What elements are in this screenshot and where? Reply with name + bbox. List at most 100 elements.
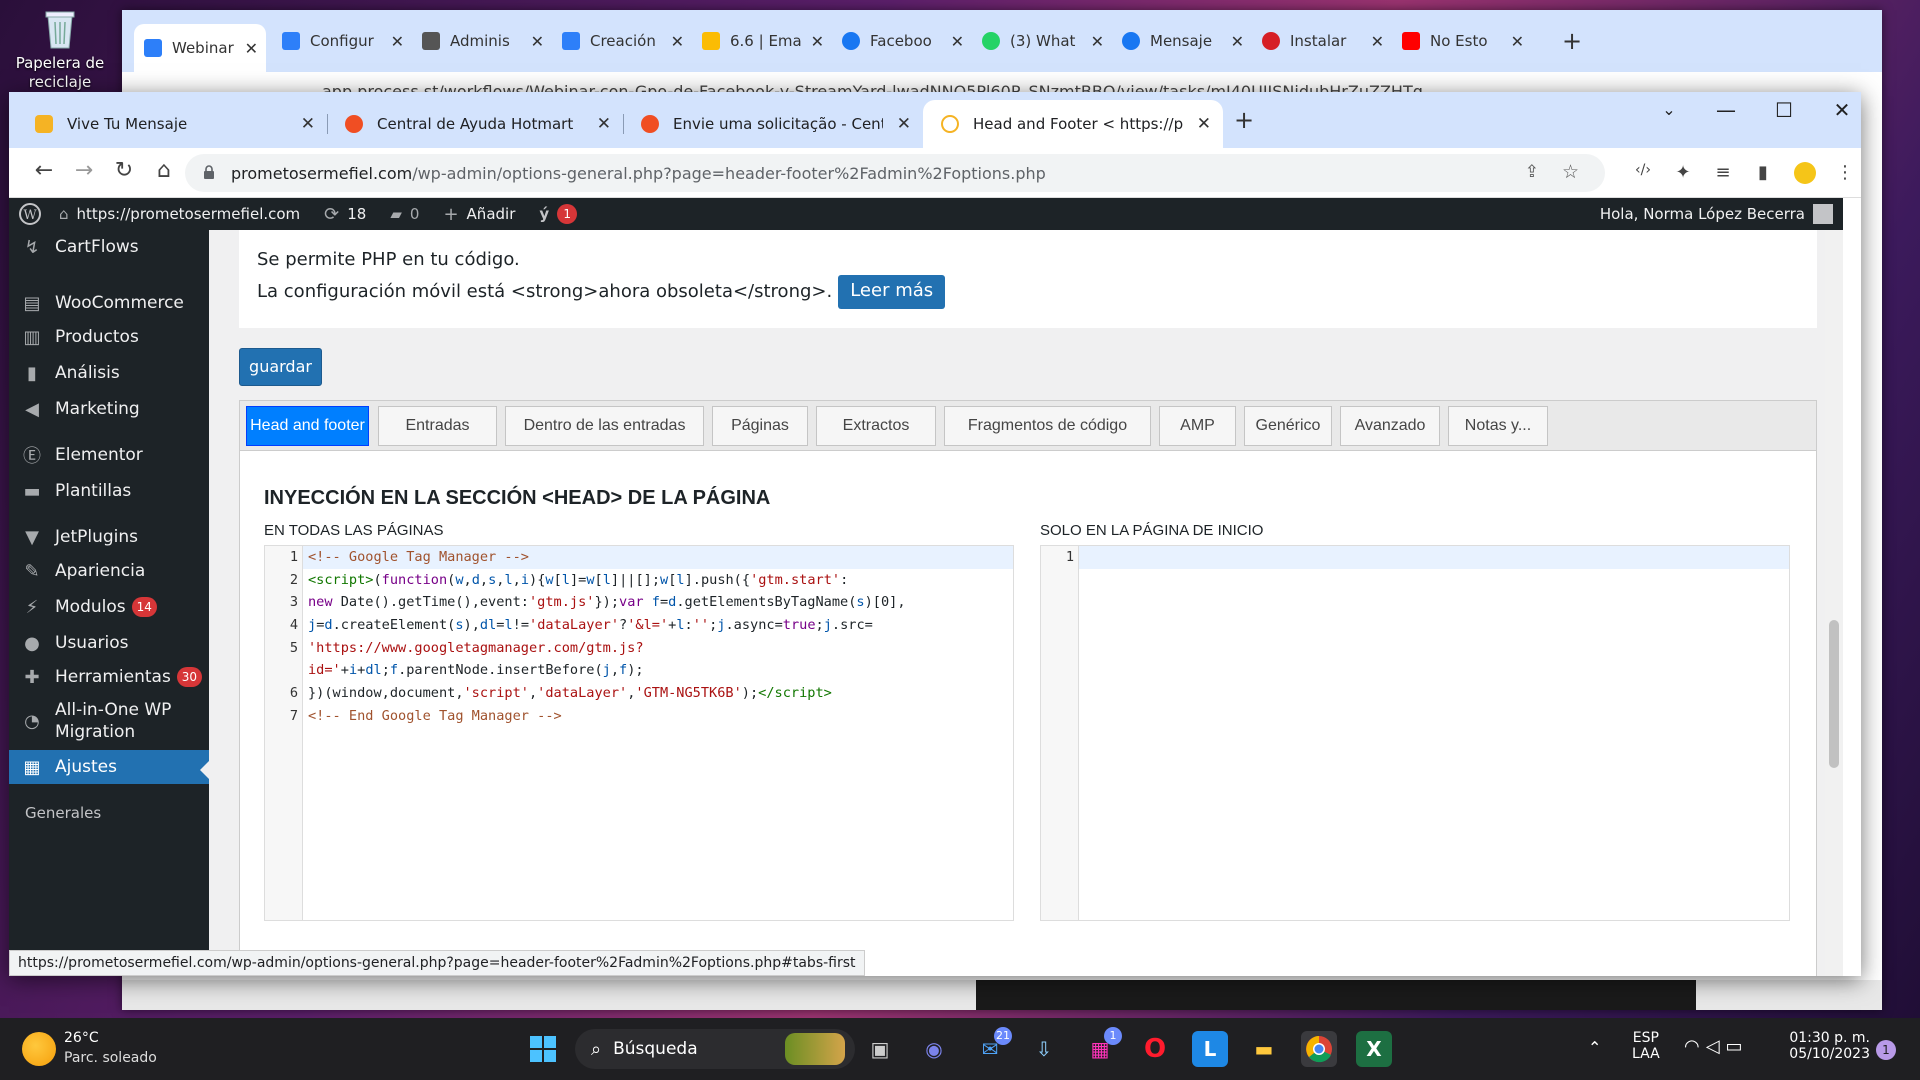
sidebar-item-herramientas[interactable]: ✚ Herramientas 30: [9, 660, 209, 694]
tab-extractos[interactable]: Extractos: [816, 406, 936, 446]
taskbar-search[interactable]: ⌕ Búsqueda: [575, 1029, 855, 1069]
mail-icon[interactable]: ✉ 21: [972, 1027, 1012, 1067]
close-window-button[interactable]: ✕: [1819, 98, 1865, 122]
sidebar-item-usuarios[interactable]: ● Usuarios: [9, 626, 209, 660]
tab-head-and-footer[interactable]: Head and Footer < https://prom ✕: [923, 100, 1223, 148]
tab-notas-y[interactable]: Notas y...: [1448, 406, 1548, 446]
bg-tab[interactable]: Creación ✕: [562, 24, 692, 58]
tab-search-icon[interactable]: ⌄: [1646, 100, 1692, 119]
page-scrollbar[interactable]: [1825, 230, 1843, 976]
site-link[interactable]: ⌂ https://prometosermefiel.com: [59, 205, 300, 223]
task-view-icon[interactable]: ▣: [862, 1031, 898, 1067]
close-icon[interactable]: ✕: [897, 114, 911, 134]
sidebar-item-all-in-one-wp-migration[interactable]: ◔ All-in-One WP Migration: [9, 694, 209, 748]
language-indicator[interactable]: ESP LAA: [1632, 1030, 1660, 1062]
weather-sun-icon[interactable]: [22, 1032, 56, 1066]
file-explorer-icon[interactable]: ▬: [1246, 1031, 1282, 1067]
chevron-up-icon[interactable]: ⌃: [1588, 1038, 1601, 1057]
scrollbar-thumb[interactable]: [1829, 620, 1839, 768]
sidebar-item-an-lisis[interactable]: ▮ Análisis: [9, 356, 209, 390]
media-queue-icon[interactable]: ≡: [1712, 162, 1734, 184]
tab-p-ginas[interactable]: Páginas: [712, 406, 808, 446]
start-button[interactable]: [525, 1031, 561, 1067]
wordpress-logo-icon[interactable]: W: [19, 203, 41, 225]
tab-amp[interactable]: AMP: [1159, 406, 1236, 446]
close-icon[interactable]: ✕: [1371, 32, 1384, 51]
l-app-icon[interactable]: L: [1192, 1031, 1228, 1067]
updates-link[interactable]: ⟳ 18: [324, 204, 366, 225]
sidebar-item-productos[interactable]: ▥ Productos: [9, 320, 209, 354]
close-icon[interactable]: ✕: [1197, 114, 1211, 134]
add-new-link[interactable]: + Añadir: [443, 204, 515, 225]
new-tab-button[interactable]: +: [1234, 106, 1254, 134]
tab-dentro-de-las-entradas[interactable]: Dentro de las entradas: [505, 406, 704, 446]
tab-fragmentos-de-c-digo[interactable]: Fragmentos de código: [944, 406, 1151, 446]
tab-head-and-footer[interactable]: Head and footer: [246, 406, 369, 446]
minimize-button[interactable]: —: [1703, 98, 1749, 122]
store-app-icon[interactable]: ▦ 1: [1082, 1027, 1122, 1067]
close-icon[interactable]: ✕: [245, 39, 258, 58]
bg-tab[interactable]: Instalar ✕: [1262, 24, 1392, 58]
sidebar-item-jetplugins[interactable]: ▼ JetPlugins: [9, 520, 209, 554]
tab-entradas[interactable]: Entradas: [378, 406, 497, 446]
chrome-icon[interactable]: [1301, 1031, 1337, 1067]
bg-tab[interactable]: No Esto ✕: [1402, 24, 1532, 58]
clock[interactable]: 01:30 p. m. 05/10/2023: [1780, 1030, 1870, 1062]
weather-temp[interactable]: 26°C: [64, 1030, 99, 1046]
recycle-bin[interactable]: Papelera de reciclaje: [8, 6, 112, 92]
share-icon[interactable]: ⇪: [1525, 162, 1539, 182]
back-arrow-icon[interactable]: ←: [29, 158, 59, 183]
side-panel-icon[interactable]: ▮: [1752, 162, 1774, 184]
extensions-puzzle-icon[interactable]: ✦: [1672, 162, 1694, 184]
sidebar-item-ajustes[interactable]: ▦ Ajustes: [9, 750, 209, 784]
tab-central-ayuda-hotmart[interactable]: Central de Ayuda Hotmart ✕: [327, 100, 624, 148]
download-app-icon[interactable]: ⇩: [1026, 1031, 1062, 1067]
sidebar-item-woocommerce[interactable]: ▤ WooCommerce: [9, 286, 209, 320]
teams-chat-icon[interactable]: ◉: [916, 1031, 952, 1067]
account-menu[interactable]: Hola, Norma López Becerra: [1600, 204, 1833, 224]
code-extension-icon[interactable]: ‹/›: [1632, 162, 1654, 184]
close-icon[interactable]: ✕: [951, 32, 964, 51]
close-icon[interactable]: ✕: [811, 32, 824, 51]
home-code-editor[interactable]: 1: [1040, 545, 1790, 921]
bg-tab[interactable]: (3) What ✕: [982, 24, 1112, 58]
new-tab-button[interactable]: +: [1562, 24, 1582, 58]
close-icon[interactable]: ✕: [1091, 32, 1104, 51]
tab-envie-solicitacao[interactable]: Envie uma solicitação - Central d ✕: [623, 100, 923, 148]
code-content[interactable]: <!-- Google Tag Manager --> <script>(fun…: [303, 546, 1013, 728]
forward-arrow-icon[interactable]: →: [69, 158, 99, 183]
tab-avanzado[interactable]: Avanzado: [1340, 406, 1440, 446]
weather-desc[interactable]: Parc. soleado: [64, 1050, 157, 1066]
comments-link[interactable]: ▰ 0: [390, 205, 419, 223]
network-volume-battery-icon[interactable]: ◠◁▭: [1684, 1036, 1749, 1057]
maximize-button[interactable]: ☐: [1761, 98, 1807, 122]
bg-tab[interactable]: Faceboo ✕: [842, 24, 972, 58]
sidebar-submenu-generales[interactable]: Generales: [25, 804, 101, 822]
excel-icon[interactable]: X: [1356, 1031, 1392, 1067]
close-icon[interactable]: ✕: [597, 114, 611, 134]
browser-window[interactable]: Vive Tu Mensaje ✕ Central de Ayuda Hotmar…: [9, 92, 1861, 976]
close-icon[interactable]: ✕: [531, 32, 544, 51]
reload-icon[interactable]: ↻: [109, 158, 139, 183]
head-code-editor[interactable]: 1 2 3 4 5 6 7 <!-- Google Tag Manager --> <scr…: [264, 545, 1014, 921]
bg-tab[interactable]: Configur ✕: [282, 24, 412, 58]
bookmark-star-icon[interactable]: ☆: [1562, 161, 1579, 183]
sidebar-item-cartflows[interactable]: ↯ CartFlows: [9, 230, 209, 264]
close-icon[interactable]: ✕: [1511, 32, 1524, 51]
home-icon[interactable]: ⌂: [149, 158, 179, 183]
sidebar-item-modulos[interactable]: ⚡ Modulos 14: [9, 590, 209, 624]
tab-vive-tu-mensaje[interactable]: Vive Tu Mensaje ✕: [17, 100, 328, 148]
menu-kebab-icon[interactable]: ⋮: [1834, 162, 1856, 184]
close-icon[interactable]: ✕: [391, 32, 404, 51]
close-icon[interactable]: ✕: [1231, 32, 1244, 51]
sidebar-item-plantillas[interactable]: ▬ Plantillas: [9, 474, 209, 508]
save-button[interactable]: guardar: [239, 348, 322, 386]
yoast-link[interactable]: ý1: [539, 204, 578, 224]
sidebar-item-apariencia[interactable]: ✎ Apariencia: [9, 554, 209, 588]
sidebar-item-elementor[interactable]: Ⓔ Elementor: [9, 438, 209, 472]
tab-gen-rico[interactable]: Genérico: [1244, 406, 1332, 446]
read-more-button[interactable]: Leer más: [838, 275, 946, 309]
notification-badge[interactable]: 1: [1876, 1040, 1896, 1060]
bg-tab[interactable]: Webinar ✕: [134, 24, 266, 72]
close-icon[interactable]: ✕: [671, 32, 684, 51]
